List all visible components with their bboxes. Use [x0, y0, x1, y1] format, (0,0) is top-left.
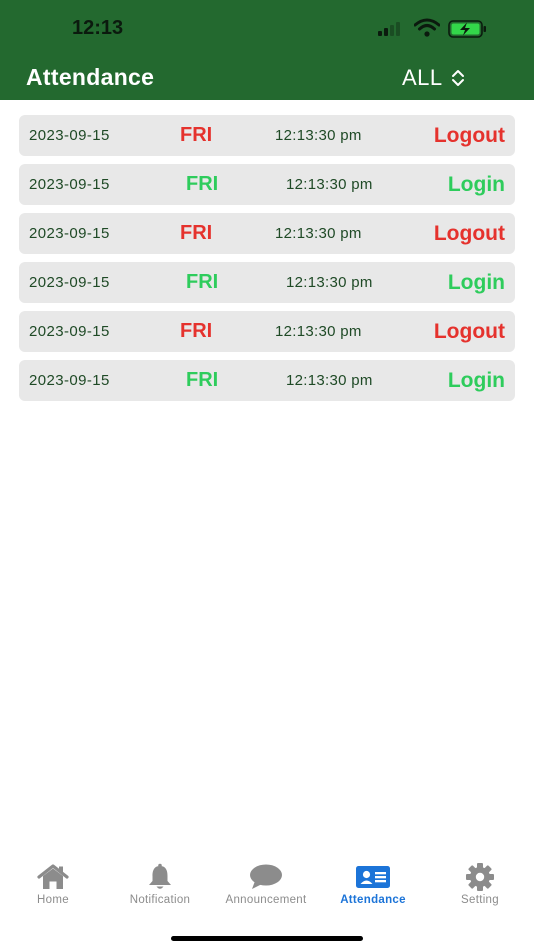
record-day: FRI — [186, 369, 219, 391]
id-card-icon — [356, 866, 390, 888]
bottom-tab-bar: Home Notification Announcement Attendanc… — [0, 862, 534, 922]
home-icon — [37, 864, 69, 889]
record-action-login: Login — [447, 271, 505, 294]
tab-label: Announcement — [225, 894, 307, 906]
status-time: 12:13 — [72, 17, 124, 39]
record-time: 12:13:30 pm — [286, 176, 373, 193]
record-day: FRI — [180, 222, 213, 244]
record-date: 2023-09-15 — [29, 323, 110, 340]
record-action-login: Login — [447, 369, 505, 392]
tab-label: Home — [37, 894, 69, 906]
attendance-list: 2023-09-15 FRI 12:13:30 pm Logout 2023-09-15… — [19, 115, 515, 409]
attendance-row[interactable]: 2023-09-15 FRI 12:13:30 pm Login — [19, 262, 515, 303]
record-date: 2023-09-15 — [29, 127, 110, 144]
attendance-row[interactable]: 2023-09-15 FRI 12:13:30 pm Logout — [19, 311, 515, 352]
record-day: FRI — [186, 271, 219, 293]
bell-icon — [149, 863, 171, 889]
tab-attendance[interactable]: Attendance — [320, 862, 426, 918]
record-time: 12:13:30 pm — [275, 127, 362, 144]
record-day: FRI — [180, 124, 213, 146]
record-action-login: Login — [447, 173, 505, 196]
attendance-row[interactable]: 2023-09-15 FRI 12:13:30 pm Login — [19, 164, 515, 205]
status-icons — [378, 18, 490, 42]
attendance-row[interactable]: 2023-09-15 FRI 12:13:30 pm Logout — [19, 213, 515, 254]
wifi-icon — [414, 18, 440, 37]
record-date: 2023-09-15 — [29, 176, 110, 193]
filter-label: ALL — [402, 65, 443, 90]
page-title: Attendance — [26, 64, 155, 90]
record-time: 12:13:30 pm — [275, 323, 362, 340]
record-date: 2023-09-15 — [29, 225, 110, 242]
attendance-row[interactable]: 2023-09-15 FRI 12:13:30 pm Login — [19, 360, 515, 401]
tab-home[interactable]: Home — [0, 862, 106, 918]
tab-announcement[interactable]: Announcement — [213, 862, 319, 918]
record-date: 2023-09-15 — [29, 372, 110, 389]
attendance-row[interactable]: 2023-09-15 FRI 12:13:30 pm Logout — [19, 115, 515, 156]
chat-bubble-icon — [250, 864, 282, 889]
tab-setting[interactable]: Setting — [427, 862, 533, 918]
record-action-logout: Logout — [433, 222, 505, 245]
gear-icon — [466, 863, 494, 891]
chevron-up-down-icon — [451, 70, 464, 86]
cellular-signal-icon — [378, 22, 406, 36]
tab-label: Attendance — [340, 894, 406, 906]
record-action-logout: Logout — [433, 320, 505, 343]
tab-notification[interactable]: Notification — [107, 862, 213, 918]
record-time: 12:13:30 pm — [286, 274, 373, 291]
filter-dropdown[interactable]: ALL — [402, 64, 465, 92]
tab-label: Notification — [129, 894, 191, 906]
tab-label: Setting — [461, 894, 499, 906]
record-action-logout: Logout — [433, 124, 505, 147]
home-indicator — [171, 936, 363, 941]
app-header: 12:13 Attendance ALL — [0, 0, 534, 100]
record-time: 12:13:30 pm — [286, 372, 373, 389]
record-time: 12:13:30 pm — [275, 225, 362, 242]
record-day: FRI — [186, 173, 219, 195]
record-date: 2023-09-15 — [29, 274, 110, 291]
record-day: FRI — [180, 320, 213, 342]
battery-charging-icon — [448, 20, 486, 38]
